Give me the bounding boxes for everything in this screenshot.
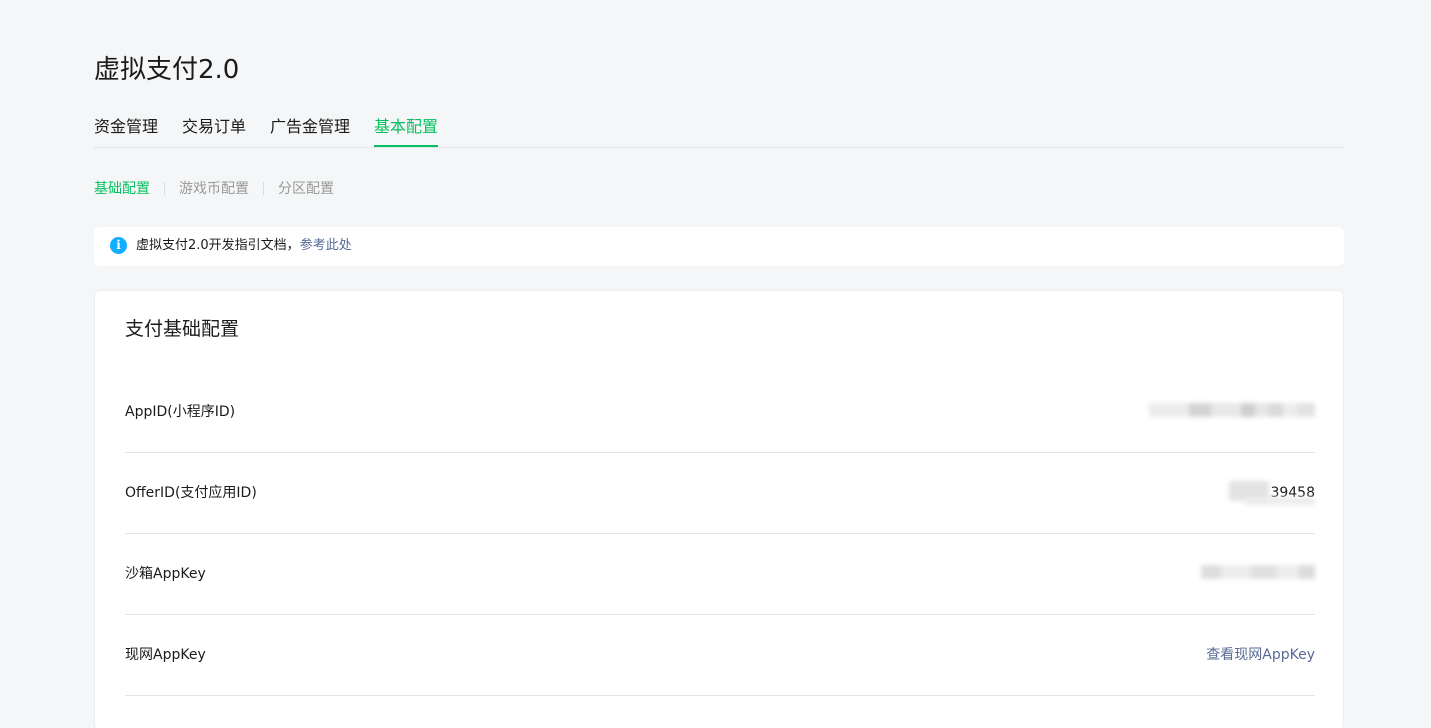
notice-text: 虚拟支付2.0开发指引文档， bbox=[136, 238, 300, 253]
page-title: 虚拟支付2.0 bbox=[94, 55, 240, 85]
config-rows: AppID(小程序ID) OfferID(支付应用ID) 39458 沙箱App… bbox=[125, 372, 1315, 696]
subtab-basic-config[interactable]: 基础配置 bbox=[94, 178, 150, 200]
main-tabs: 资金管理 交易订单 广告金管理 基本配置 bbox=[94, 113, 1344, 148]
notice-text-wrapper: 虚拟支付2.0开发指引文档，参考此处 bbox=[136, 236, 352, 256]
config-row-appid: AppID(小程序ID) bbox=[125, 372, 1315, 453]
info-notice: i 虚拟支付2.0开发指引文档，参考此处 bbox=[94, 227, 1344, 266]
subtab-divider bbox=[263, 182, 264, 195]
config-row-live-appkey: 现网AppKey 查看现网AppKey bbox=[125, 615, 1315, 696]
view-live-appkey-link[interactable]: 查看现网AppKey bbox=[1206, 645, 1315, 665]
row-label: OfferID(支付应用ID) bbox=[125, 485, 257, 501]
config-row-offerid: OfferID(支付应用ID) 39458 bbox=[125, 453, 1315, 534]
notice-doc-link[interactable]: 参考此处 bbox=[300, 238, 352, 253]
subtab-divider bbox=[164, 182, 165, 195]
row-label: AppID(小程序ID) bbox=[125, 404, 236, 420]
page: 虚拟支付2.0 资金管理 交易订单 广告金管理 基本配置 基础配置 游戏币配置 … bbox=[0, 0, 1431, 728]
obscured-value bbox=[1149, 403, 1315, 419]
tab-funds-management[interactable]: 资金管理 bbox=[94, 113, 158, 147]
tab-ad-funds-management[interactable]: 广告金管理 bbox=[270, 113, 350, 147]
subtab-game-coin-config[interactable]: 游戏币配置 bbox=[179, 178, 249, 200]
payment-basic-config-card: 支付基础配置 AppID(小程序ID) OfferID(支付应用ID) 3945… bbox=[94, 290, 1344, 728]
row-label: 现网AppKey bbox=[125, 647, 206, 663]
config-row-sandbox-appkey: 沙箱AppKey bbox=[125, 534, 1315, 615]
tab-trade-orders[interactable]: 交易订单 bbox=[182, 113, 246, 147]
obscured-value bbox=[1229, 481, 1269, 501]
obscured-value bbox=[1245, 497, 1315, 513]
obscured-value bbox=[1201, 565, 1315, 581]
row-label: 沙箱AppKey bbox=[125, 566, 206, 582]
card-title: 支付基础配置 bbox=[125, 318, 240, 340]
tab-basic-config[interactable]: 基本配置 bbox=[374, 113, 439, 147]
subtab-zone-config[interactable]: 分区配置 bbox=[278, 178, 334, 200]
info-icon: i bbox=[110, 237, 127, 254]
